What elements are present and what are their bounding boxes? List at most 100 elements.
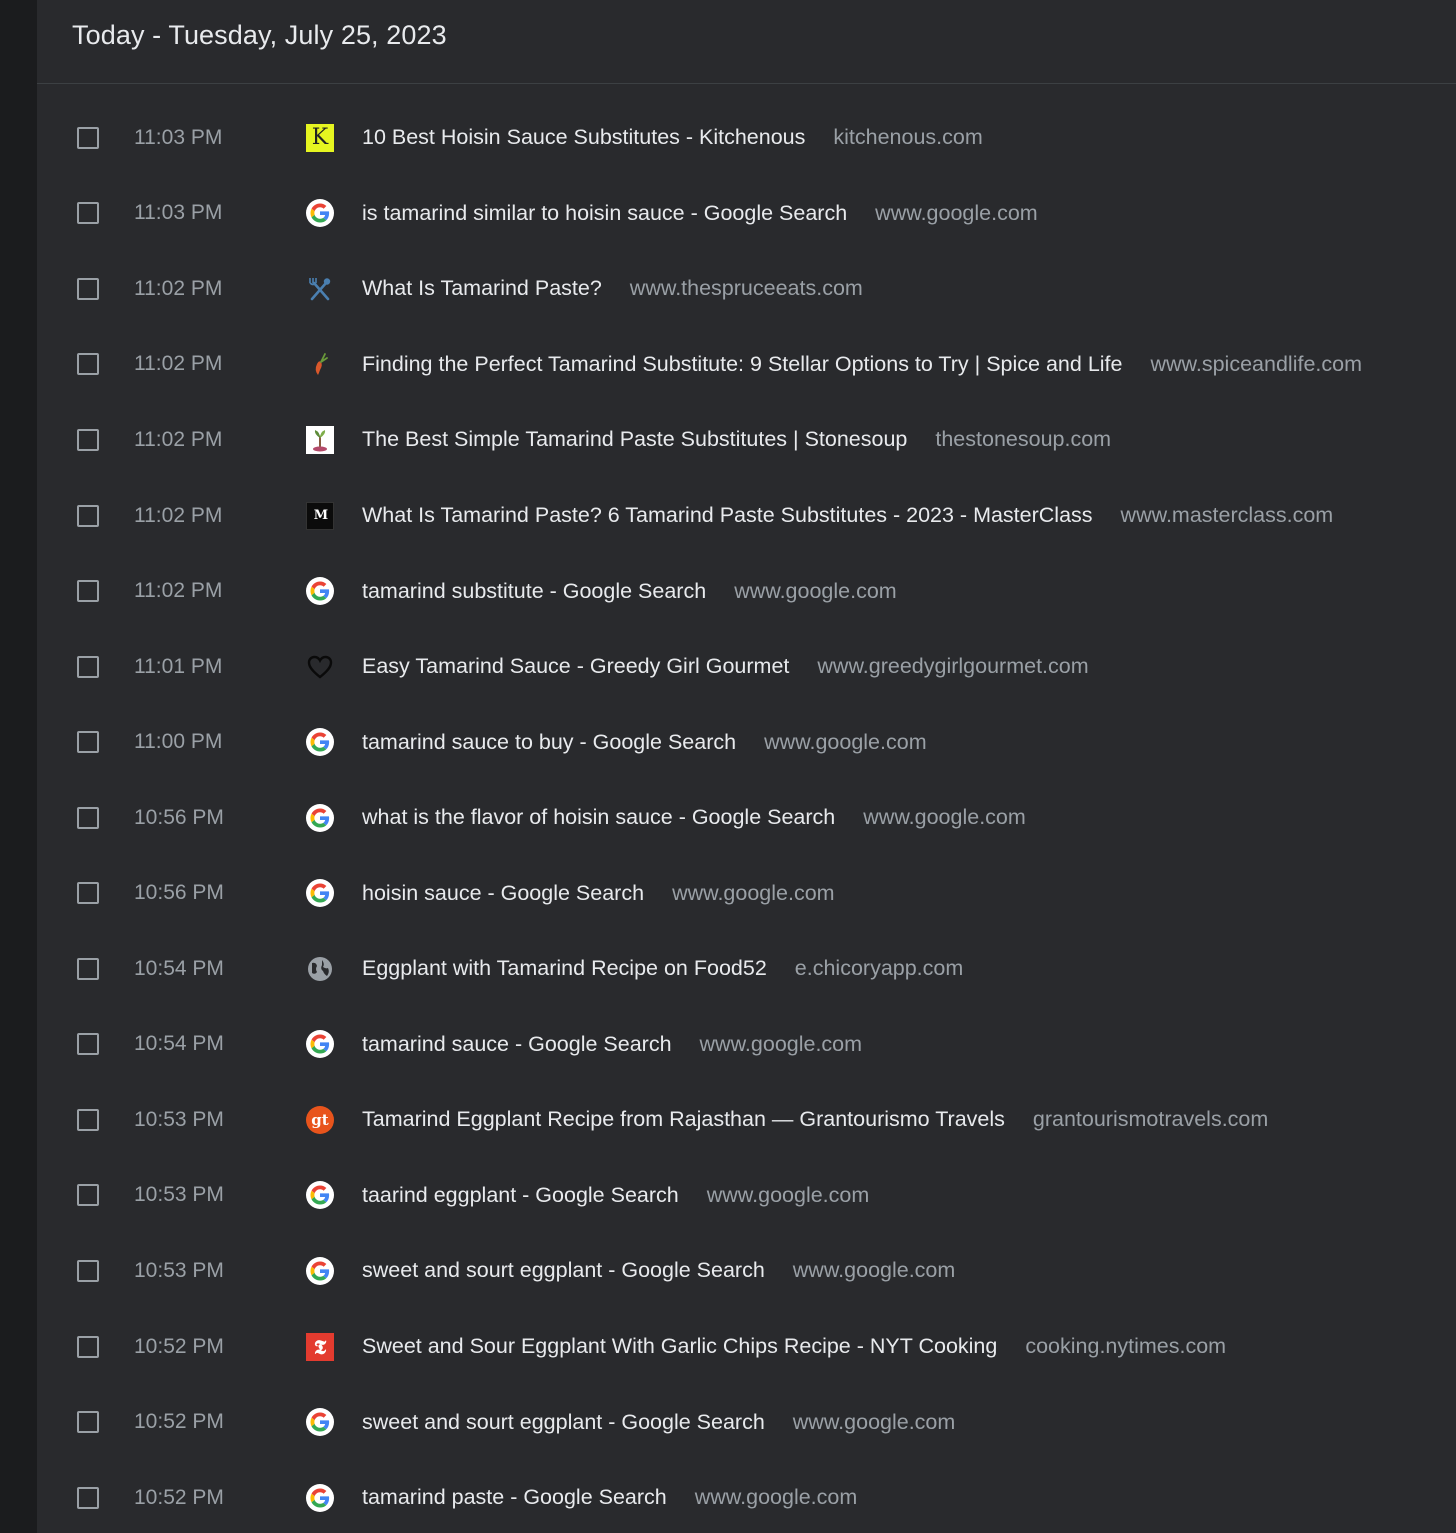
visit-time: 10:53 PM <box>134 1183 224 1207</box>
history-entry-link[interactable]: taarind eggplant - Google Search www.goog… <box>362 1183 869 1208</box>
stonesoup-plant-icon <box>306 425 334 454</box>
history-entry-link[interactable]: Eggplant with Tamarind Recipe on Food52 e… <box>362 956 963 981</box>
page-title: is tamarind similar to hoisin sauce - Go… <box>362 200 848 225</box>
google-g-icon <box>306 1256 334 1285</box>
visit-time: 10:54 PM <box>134 956 224 980</box>
visit-time: 11:01 PM <box>134 654 223 678</box>
history-row[interactable]: 11:03 PM K 10 Best Hoisin Sauce Substitute… <box>37 100 1456 176</box>
history-row[interactable]: 11:02 PM Finding the Perfect Tamarind Sub… <box>37 327 1456 403</box>
history-row[interactable]: 10:52 PM tamarind paste - Google Search ww… <box>37 1460 1456 1533</box>
page-domain: www.google.com <box>699 1031 863 1056</box>
google-g-icon <box>306 728 334 757</box>
history-entry-link[interactable]: Sweet and Sour Eggplant With Garlic Chip… <box>362 1334 1226 1359</box>
history-entry-link[interactable]: is tamarind similar to hoisin sauce - Go… <box>362 201 1038 226</box>
grantourismo-gt-icon: gt <box>306 1105 334 1134</box>
row-checkbox[interactable] <box>77 202 99 225</box>
history-row[interactable]: 11:02 PM What Is Tamarind Paste? www.thesp… <box>37 251 1456 327</box>
history-row[interactable]: 11:02 PM The Best Simple Tamarind Paste S… <box>37 402 1456 478</box>
row-checkbox[interactable] <box>77 1411 99 1434</box>
page-title: The Best Simple Tamarind Paste Substitut… <box>362 427 908 452</box>
heart-icon <box>306 653 334 681</box>
history-row[interactable]: 10:53 PM gt Tamarind Eggplant Recipe from … <box>37 1082 1456 1158</box>
google-g-icon <box>306 1408 334 1437</box>
history-entry-link[interactable]: tamarind sauce to buy - Google Search www… <box>362 730 927 755</box>
history-entry-link[interactable]: tamarind substitute - Google Search www.g… <box>362 579 897 604</box>
history-row[interactable]: 11:02 PM M What Is Tamarind Paste? 6 Tamar… <box>37 478 1456 554</box>
row-checkbox[interactable] <box>77 1259 99 1282</box>
history-entry-link[interactable]: Finding the Perfect Tamarind Substitute:… <box>362 352 1362 377</box>
row-checkbox[interactable] <box>77 580 99 603</box>
masterclass-m-icon: M <box>306 501 334 530</box>
history-row[interactable]: 10:52 PM sweet and sourt eggplant - Googl… <box>37 1384 1456 1460</box>
visit-time: 10:52 PM <box>134 1485 224 1509</box>
spruce-eats-utensils-icon <box>306 275 334 303</box>
row-checkbox[interactable] <box>77 655 99 678</box>
row-checkbox[interactable] <box>77 882 99 905</box>
google-g-icon <box>306 1483 334 1512</box>
page-title: tamarind sauce to buy - Google Search <box>362 729 737 754</box>
page-domain: grantourismotravels.com <box>1032 1107 1269 1132</box>
visit-time: 10:54 PM <box>134 1032 224 1056</box>
row-checkbox[interactable] <box>77 1033 99 1056</box>
history-row[interactable]: 11:02 PM tamarind substitute - Google Sea… <box>37 553 1456 629</box>
page-domain: cooking.nytimes.com <box>1025 1334 1227 1359</box>
history-row[interactable]: 11:00 PM tamarind sauce to buy - Google S… <box>37 704 1456 780</box>
history-row[interactable]: 10:56 PM hoisin sauce - Google Search www.… <box>37 855 1456 931</box>
history-entry-link[interactable]: tamarind sauce - Google Search www.google… <box>362 1032 862 1057</box>
history-entry-link[interactable]: Easy Tamarind Sauce - Greedy Girl Gourme… <box>362 654 1089 679</box>
history-entry-link[interactable]: 10 Best Hoisin Sauce Substitutes - Kitch… <box>362 125 983 150</box>
row-checkbox[interactable] <box>77 504 99 527</box>
history-entry-link[interactable]: What Is Tamarind Paste? www.thespruceeats… <box>362 276 863 301</box>
row-checkbox[interactable] <box>77 957 99 980</box>
history-row[interactable]: 11:01 PM Easy Tamarind Sauce - Greedy Gir… <box>37 629 1456 705</box>
page-title: sweet and sourt eggplant - Google Search <box>362 1409 765 1434</box>
visit-time: 11:02 PM <box>134 503 223 527</box>
page-title: Eggplant with Tamarind Recipe on Food52 <box>362 956 767 981</box>
history-row[interactable]: 10:54 PM tamarind sauce - Google Search ww… <box>37 1007 1456 1083</box>
history-row[interactable]: 10:54 PM Eggplant with Tamarind Recipe on… <box>37 931 1456 1007</box>
page-title: 10 Best Hoisin Sauce Substitutes - Kitch… <box>362 125 806 150</box>
page-domain: www.google.com <box>694 1485 858 1510</box>
history-entry-link[interactable]: what is the flavor of hoisin sauce - Goo… <box>362 805 1026 830</box>
history-row[interactable]: 10:53 PM taarind eggplant - Google Search… <box>37 1158 1456 1234</box>
page-domain: www.google.com <box>706 1182 870 1207</box>
history-entry-link[interactable]: tamarind paste - Google Search www.google… <box>362 1485 857 1510</box>
history-row[interactable]: 10:52 PM 𝕿 Sweet and Sour Eggplant With Ga… <box>37 1309 1456 1385</box>
history-row[interactable]: 11:03 PM is tamarind similar to hoisin sa… <box>37 176 1456 252</box>
history-entry-link[interactable]: The Best Simple Tamarind Paste Substitut… <box>362 427 1111 452</box>
row-checkbox[interactable] <box>77 126 99 149</box>
page-title: what is the flavor of hoisin sauce - Goo… <box>362 805 836 830</box>
history-entry-link[interactable]: hoisin sauce - Google Search www.google.c… <box>362 881 835 906</box>
history-entry-link[interactable]: sweet and sourt eggplant - Google Search… <box>362 1258 955 1283</box>
row-checkbox[interactable] <box>77 731 99 754</box>
visit-time: 11:03 PM <box>134 201 223 225</box>
nyt-cooking-t-icon: 𝕿 <box>306 1332 334 1361</box>
row-checkbox[interactable] <box>77 1486 99 1509</box>
visit-time: 11:00 PM <box>134 730 223 754</box>
google-g-icon <box>306 1181 334 1210</box>
google-g-icon <box>306 577 334 606</box>
visit-time: 10:53 PM <box>134 1107 224 1131</box>
row-checkbox[interactable] <box>77 1335 99 1358</box>
row-checkbox[interactable] <box>77 1108 99 1131</box>
history-entry-link[interactable]: sweet and sourt eggplant - Google Search… <box>362 1410 955 1435</box>
history-row[interactable]: 10:56 PM what is the flavor of hoisin sau… <box>37 780 1456 856</box>
row-checkbox[interactable] <box>77 806 99 829</box>
history-row[interactable]: 10:53 PM sweet and sourt eggplant - Googl… <box>37 1233 1456 1309</box>
kitchenous-k-icon: K <box>306 123 334 152</box>
page-domain: www.google.com <box>863 805 1026 830</box>
google-g-icon <box>306 879 334 908</box>
row-checkbox[interactable] <box>77 277 99 300</box>
visit-time: 10:53 PM <box>134 1258 224 1282</box>
page-domain: www.google.com <box>764 729 927 754</box>
page-title: taarind eggplant - Google Search <box>362 1182 679 1207</box>
row-checkbox[interactable] <box>77 1184 99 1207</box>
history-entry-link[interactable]: What Is Tamarind Paste? 6 Tamarind Paste… <box>362 503 1333 528</box>
history-entry-link[interactable]: Tamarind Eggplant Recipe from Rajasthan … <box>362 1107 1268 1132</box>
visit-time: 10:52 PM <box>134 1334 224 1358</box>
visit-time: 10:56 PM <box>134 881 224 905</box>
history-card: Today - Tuesday, July 25, 2023 11:03 PM K… <box>37 0 1456 1533</box>
row-checkbox[interactable] <box>77 353 99 376</box>
visit-time: 11:03 PM <box>134 125 223 149</box>
row-checkbox[interactable] <box>77 428 99 451</box>
